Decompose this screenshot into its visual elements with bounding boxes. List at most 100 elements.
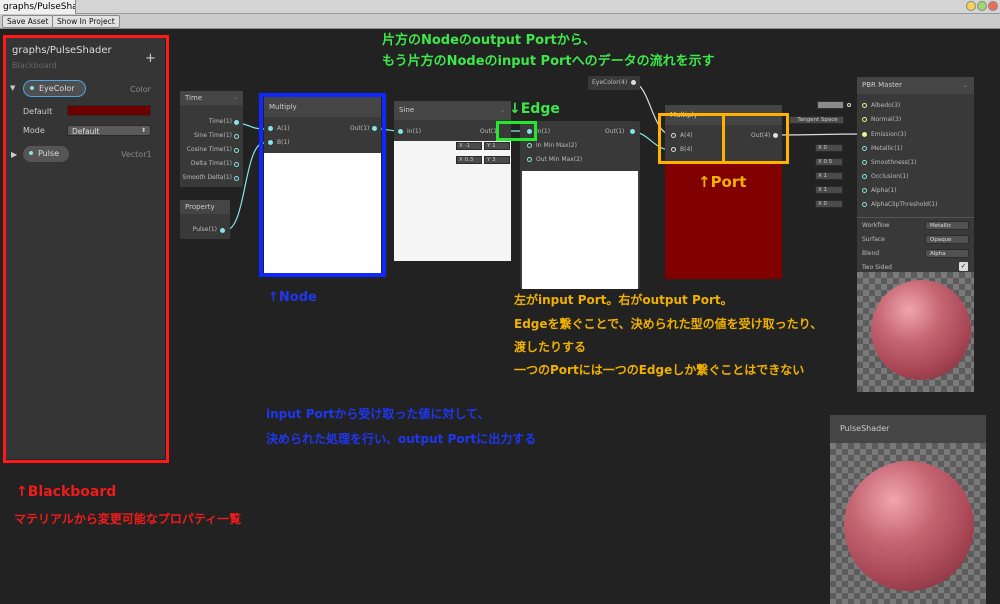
- port-label: Metallic(1): [871, 145, 903, 152]
- port-label: Emission(3): [871, 131, 907, 138]
- albedo-color-field[interactable]: [817, 101, 844, 109]
- in-max-field[interactable]: Y 1: [484, 142, 510, 150]
- port-label: Smoothness(1): [871, 159, 917, 166]
- node-preview: [522, 171, 638, 289]
- two-sided-checkbox[interactable]: ✓: [959, 262, 968, 271]
- preview-viewport[interactable]: [830, 443, 986, 604]
- input-port[interactable]: [862, 160, 867, 165]
- input-port[interactable]: [527, 143, 532, 148]
- port-label: Delta Time(1): [190, 160, 232, 167]
- port-label: Sine Time(1): [193, 132, 232, 139]
- edge-description-line2: もう片方のNodeのinput Portへのデータの流れを示す: [382, 54, 715, 69]
- output-port[interactable]: [631, 80, 636, 85]
- port-label: Occlusion(1): [871, 173, 909, 180]
- input-port[interactable]: [862, 132, 867, 137]
- output-port[interactable]: [234, 176, 239, 181]
- collapse-icon[interactable]: ⌄: [963, 77, 968, 94]
- node-label: ↑Node: [268, 290, 317, 305]
- input-port[interactable]: [862, 103, 867, 108]
- input-port[interactable]: [398, 129, 403, 134]
- port-label: Albedo(3): [871, 102, 901, 109]
- out-max-field[interactable]: Y 3: [484, 156, 510, 164]
- collapse-icon[interactable]: ⌄: [233, 91, 238, 105]
- node-title: PBR Master: [862, 81, 903, 89]
- output-port[interactable]: [234, 162, 239, 167]
- alpha-clip-field[interactable]: X 0: [815, 200, 843, 208]
- time-node[interactable]: Time ⌄ Time(1) Sine Time(1) Cosine Time(1…: [180, 91, 243, 187]
- preview-sphere: [844, 461, 974, 591]
- input-port[interactable]: [862, 202, 867, 207]
- preview-title: PulseShader: [840, 424, 890, 433]
- occlusion-field[interactable]: X 1: [815, 172, 843, 180]
- edge-highlight: [496, 121, 537, 141]
- port-description-1: 左がinput Port。右がoutput Port。: [514, 293, 733, 307]
- node-description-1: input Portから受け取った値に対して、: [266, 407, 490, 421]
- node-title: Sine: [399, 106, 415, 114]
- alpha-field[interactable]: X 1: [815, 186, 843, 194]
- port-description-2: Edgeを繋ぐことで、決められた型の値を受け取ったり、: [514, 317, 823, 331]
- port-label: Out Min Max(2): [536, 156, 583, 163]
- port-label: Cosine Time(1): [186, 146, 232, 153]
- out-min-field[interactable]: X 0.3: [456, 156, 482, 164]
- port-label: Out(1): [605, 128, 625, 135]
- normal-space-field[interactable]: Tangent Space: [789, 116, 844, 124]
- node-title: Time: [185, 94, 203, 102]
- pbr-master-node[interactable]: PBR Master ⌄ Albedo(3) Normal(3) Emission…: [857, 77, 974, 272]
- remap-node[interactable]: In(1) In Min Max(2) Out Min Max(2) Out(1…: [520, 121, 640, 289]
- collapse-icon[interactable]: ⌄: [500, 101, 505, 120]
- port-label-annotation: ↑Port: [698, 173, 747, 191]
- port-label: In(1): [536, 128, 551, 135]
- edge-label: ↓Edge: [509, 101, 560, 117]
- port-label: Alpha(1): [871, 187, 897, 194]
- divider: [857, 217, 974, 218]
- input-connector: [847, 103, 851, 107]
- node-header: Sine ⌄: [394, 101, 511, 120]
- input-port-highlight: [658, 113, 725, 164]
- main-preview-window[interactable]: PulseShader: [830, 415, 986, 604]
- setting-label: Surface: [862, 236, 885, 243]
- port-label: In(1): [407, 128, 422, 135]
- port-description-3: 渡したりする: [514, 340, 587, 354]
- input-port[interactable]: [862, 146, 867, 151]
- node-highlight: [259, 93, 386, 277]
- edge-description-line1: 片方のNodeのoutput Portから、: [382, 33, 596, 48]
- in-min-field[interactable]: X -1: [456, 142, 482, 150]
- output-port[interactable]: [220, 228, 225, 233]
- eyecolor-property-node[interactable]: EyeColor(4): [588, 76, 640, 90]
- node-description-2: 決められた処理を行い、output Portに出力する: [266, 432, 537, 446]
- port-label: Pulse(1): [192, 226, 217, 233]
- blackboard-highlight: [3, 35, 169, 463]
- blend-dropdown[interactable]: Alpha: [925, 249, 969, 258]
- input-port[interactable]: [862, 188, 867, 193]
- blackboard-description: マテリアルから変更可能なプロパティ一覧: [14, 512, 242, 526]
- port-label: Normal(3): [871, 116, 902, 123]
- workflow-dropdown[interactable]: Metallic: [925, 221, 969, 230]
- metallic-field[interactable]: X 0: [815, 144, 843, 152]
- port-label: Smooth Delta(1): [182, 174, 232, 181]
- preview-header: PulseShader: [830, 415, 986, 443]
- smoothness-field[interactable]: X 0.5: [815, 158, 843, 166]
- node-header: Property: [180, 200, 230, 214]
- surface-dropdown[interactable]: Opaque: [925, 235, 969, 244]
- sine-node[interactable]: Sine ⌄ In(1) Out(1): [394, 101, 511, 261]
- output-port[interactable]: [234, 148, 239, 153]
- material-sphere: [871, 280, 971, 380]
- output-port-highlight: [722, 113, 789, 164]
- port-label: AlphaClipThreshold(1): [871, 201, 938, 208]
- output-port[interactable]: [630, 129, 635, 134]
- two-sided-label: Two Sided: [862, 264, 892, 271]
- setting-label: Blend: [862, 250, 880, 257]
- output-port[interactable]: [234, 120, 239, 125]
- input-port[interactable]: [862, 174, 867, 179]
- input-port[interactable]: [862, 117, 867, 122]
- setting-label: Workflow: [862, 222, 890, 229]
- pbr-preview: [857, 272, 974, 392]
- port-description-4: 一つのPortには一つのEdgeしか繋ぐことはできない: [514, 363, 805, 377]
- port-label: In Min Max(2): [536, 142, 577, 149]
- input-port[interactable]: [527, 157, 532, 162]
- node-header: PBR Master ⌄: [857, 77, 974, 94]
- property-node[interactable]: Property Pulse(1): [180, 200, 230, 239]
- port-label: Time(1): [208, 118, 232, 125]
- output-port[interactable]: [234, 134, 239, 139]
- node-header: Time ⌄: [180, 91, 243, 105]
